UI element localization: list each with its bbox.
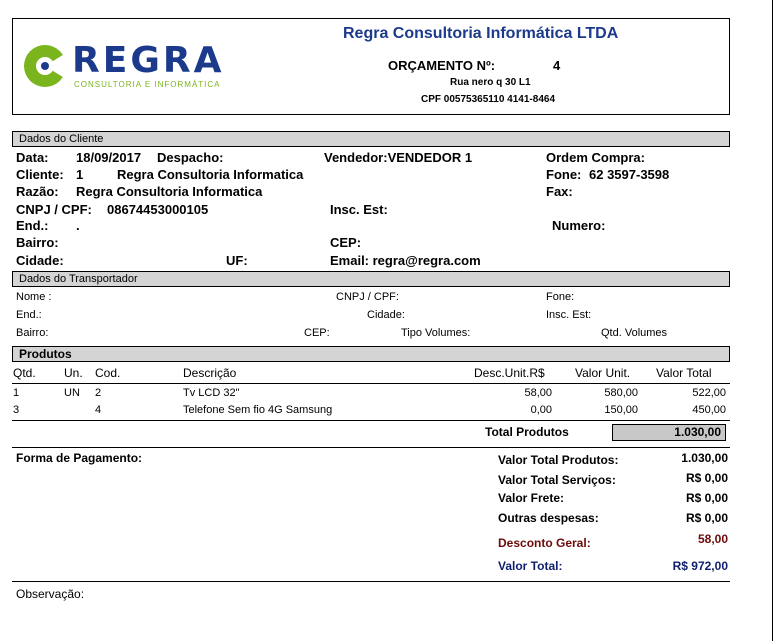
table-header-divider — [12, 383, 730, 384]
vt-produtos-value: 1.030,00 — [681, 451, 728, 465]
logo-subtitle: CONSULTORIA E INFORMÁTICA — [74, 80, 221, 89]
valor-total-value: R$ 972,00 — [672, 559, 728, 573]
col-desc-unit-header: Desc.Unit.R$ — [474, 366, 545, 380]
transp-nome-label: Nome : — [16, 291, 52, 303]
total-produtos-value: 1.030,00 — [612, 424, 726, 441]
razao-label: Razão: — [16, 184, 59, 199]
transportador-section-title: Dados do Transportador — [19, 273, 138, 285]
desconto-geral-value: 58,00 — [697, 532, 728, 546]
data-value: 18/09/2017 — [76, 150, 142, 165]
orcamento-label: ORÇAMENTO Nº: — [388, 58, 496, 73]
frete-value: R$ 0,00 — [685, 491, 728, 505]
cliente-codigo: 1 — [76, 167, 84, 182]
row-qtd: 3 — [13, 404, 20, 416]
row-cod: 4 — [95, 404, 102, 416]
row-desc-unit: 58,00 — [524, 387, 552, 399]
transp-end-label: End.: — [16, 309, 42, 321]
page-edge — [772, 0, 773, 641]
cliente-section-title: Dados do Cliente — [19, 133, 104, 145]
cnpj-value: 08674453000105 — [107, 202, 209, 217]
transp-insc-label: Insc. Est: — [546, 309, 592, 321]
observacao-label: Observação: — [16, 587, 85, 601]
produtos-section-bar: Produtos — [12, 346, 730, 362]
vendedor-value: Vendedor:VENDEDOR 1 — [324, 150, 473, 165]
ordem-compra-label: Ordem Compra: — [546, 150, 645, 165]
row-descricao: Telefone Sem fio 4G Samsung — [183, 404, 333, 416]
email-value: Email: regra@regra.com — [330, 253, 481, 268]
transp-fone-label: Fone: — [546, 291, 575, 303]
col-un-header: Un. — [64, 366, 83, 380]
frete-label: Valor Frete: — [498, 491, 565, 505]
fax-label: Fax: — [546, 184, 573, 199]
orcamento-number: 4 — [553, 58, 561, 73]
row-desc-unit: 0,00 — [530, 404, 552, 416]
company-address: Rua nero q 30 L1 — [450, 77, 531, 88]
vt-servicos-label: Valor Total Serviços: — [498, 473, 616, 487]
end-value: . — [76, 218, 80, 233]
cnpj-label: CNPJ / CPF: — [16, 202, 92, 217]
total-produtos-label: Total Produtos — [485, 425, 569, 439]
row-valor-total: 450,00 — [692, 404, 726, 416]
transp-cidade-label: Cidade: — [367, 309, 405, 321]
fone-value: 62 3597-3598 — [589, 167, 670, 182]
razao-value: Regra Consultoria Informatica — [76, 184, 263, 199]
row-valor-unit: 150,00 — [604, 404, 638, 416]
outras-despesas-value: R$ 0,00 — [685, 511, 728, 525]
uf-label: UF: — [226, 253, 248, 268]
bairro-label: Bairro: — [16, 235, 59, 250]
transp-cep-label: CEP: — [304, 327, 330, 339]
forma-pagamento-label: Forma de Pagamento: — [16, 451, 143, 465]
row-un: UN — [64, 387, 80, 399]
despacho-label: Despacho: — [157, 150, 224, 165]
row-qtd: 1 — [13, 387, 20, 399]
valor-total-label: Valor Total: — [498, 559, 563, 573]
data-label: Data: — [16, 150, 49, 165]
cliente-nome: Regra Consultoria Informatica — [117, 167, 304, 182]
cliente-section-bar: Dados do Cliente — [12, 131, 730, 147]
row-valor-unit: 580,00 — [604, 387, 638, 399]
transp-qtd-volumes-label: Qtd. Volumes — [601, 327, 668, 339]
transportador-section-bar: Dados do Transportador — [12, 271, 730, 287]
row-cod: 2 — [95, 387, 102, 399]
observacao-divider — [12, 581, 730, 582]
transp-tipo-volumes-label: Tipo Volumes: — [401, 327, 471, 339]
col-qtd-header: Qtd. — [13, 366, 36, 380]
col-cod-header: Cod. — [95, 366, 121, 380]
table-bottom-divider — [12, 420, 730, 421]
logo-text: REGRA — [72, 40, 225, 81]
cep-label: CEP: — [330, 235, 362, 250]
vt-produtos-label: Valor Total Produtos: — [498, 453, 619, 467]
totals-divider — [12, 447, 730, 448]
company-document: CPF 00575365110 4141-8464 — [421, 94, 556, 105]
fone-label: Fone: — [546, 167, 582, 182]
numero-label: Numero: — [552, 218, 606, 233]
logo-mark-icon — [24, 45, 68, 87]
header-box: REGRA CONSULTORIA E INFORMÁTICA Regra Co… — [12, 18, 730, 115]
produtos-section-title: Produtos — [19, 347, 72, 361]
col-valor-total-header: Valor Total — [656, 366, 712, 380]
row-valor-total: 522,00 — [692, 387, 726, 399]
desconto-geral-label: Desconto Geral: — [498, 536, 591, 550]
company-name: Regra Consultoria Informática LTDA — [343, 25, 619, 42]
col-descricao-header: Descrição — [183, 366, 237, 380]
company-logo: REGRA CONSULTORIA E INFORMÁTICA — [22, 40, 247, 91]
cidade-label: Cidade: — [16, 253, 64, 268]
end-label: End.: — [16, 218, 49, 233]
vt-servicos-value: R$ 0,00 — [685, 471, 728, 485]
outras-despesas-label: Outras despesas: — [498, 511, 599, 525]
row-descricao: Tv LCD 32" — [183, 387, 240, 399]
col-valor-unit-header: Valor Unit. — [575, 366, 631, 380]
transp-cnpj-label: CNPJ / CPF: — [336, 291, 399, 303]
cliente-label: Cliente: — [16, 167, 64, 182]
insc-est-label: Insc. Est: — [330, 202, 388, 217]
transp-bairro-label: Bairro: — [16, 327, 49, 339]
